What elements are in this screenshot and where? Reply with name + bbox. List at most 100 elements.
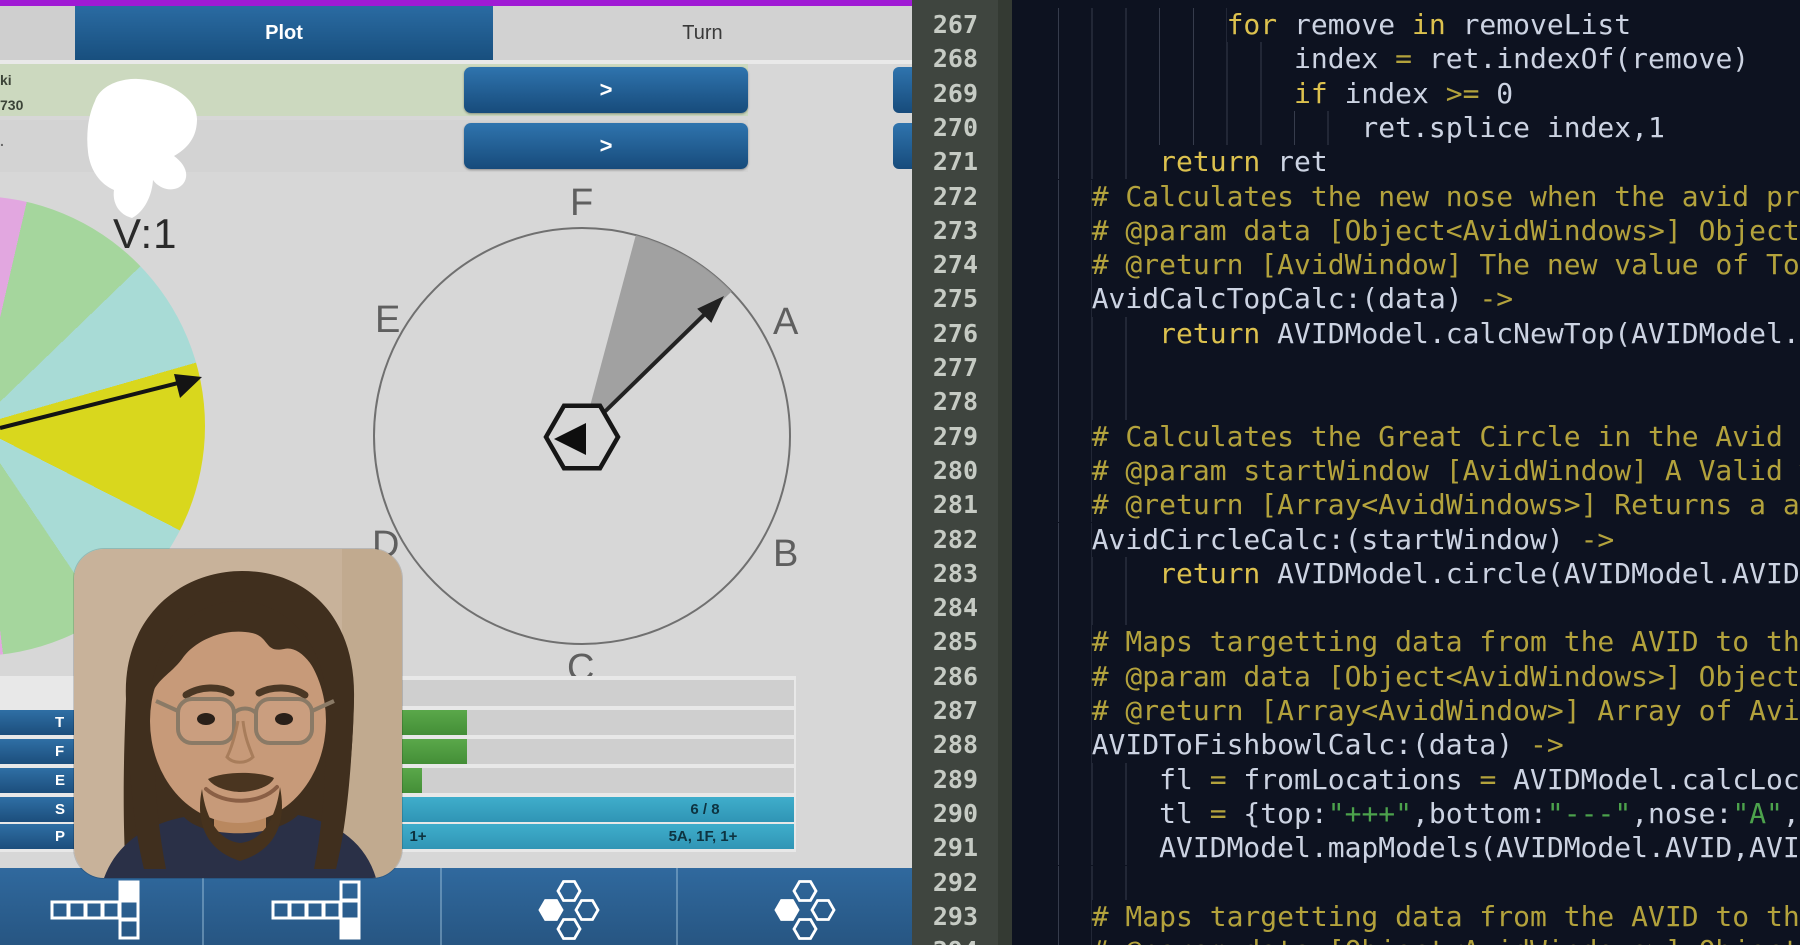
code-line-293: # Maps targetting data from the AVID to … xyxy=(1058,900,1800,934)
code-token: # Maps targetting data from the AVID to … xyxy=(1092,900,1800,933)
code-line-284 xyxy=(1058,591,1159,625)
indent-guides xyxy=(1058,591,1159,625)
code-token: ret.splice index,1 xyxy=(1361,111,1664,144)
line-number: 278 xyxy=(933,385,978,419)
code-line-280: # @param startWindow [AvidWindow] A Vali… xyxy=(1058,454,1800,488)
line-number: 287 xyxy=(933,694,978,728)
code-line-291: AVIDModel.mapModels(AVIDModel.AVID,AVIDM… xyxy=(1058,831,1800,865)
indent-guides xyxy=(1058,145,1159,179)
code-token: # @param data [Object<AvidWindows>] Obje… xyxy=(1092,214,1800,247)
tabbar-filler xyxy=(0,6,75,60)
code-token: ,nose: xyxy=(1631,797,1732,830)
code-line-269: if index >= 0 xyxy=(1058,77,1513,111)
code-token: for xyxy=(1227,8,1278,41)
indent-guides xyxy=(1058,900,1092,934)
code-token: index xyxy=(1294,42,1395,75)
indent-guides xyxy=(1058,728,1092,762)
compass-letter-E: E xyxy=(375,299,400,342)
code-token: removeList xyxy=(1446,8,1631,41)
line-number: 283 xyxy=(933,557,978,591)
indent-guides xyxy=(1058,557,1159,591)
hex-cluster-icon xyxy=(507,879,611,941)
code-line-292 xyxy=(1058,866,1159,900)
line-number: 290 xyxy=(933,797,978,831)
tab-turn[interactable]: Turn xyxy=(493,6,912,60)
code-token: # Calculates the Great Circle in the Avi… xyxy=(1092,420,1800,453)
indent-guides xyxy=(1058,763,1159,797)
code-line-271: return ret xyxy=(1058,145,1328,179)
tab-plot[interactable]: Plot xyxy=(75,6,493,60)
avid-app-panel: Plot Turn ki 730 . > > V:1 xyxy=(0,6,912,945)
code-token: ret xyxy=(1260,145,1327,178)
line-number: 276 xyxy=(933,317,978,351)
webcam-portrait xyxy=(74,549,402,878)
code-token: remove xyxy=(1277,8,1412,41)
line-number: 291 xyxy=(933,831,978,865)
indent-guides xyxy=(1058,248,1092,282)
next-button-1[interactable]: > xyxy=(464,67,748,113)
toolbar-button-2[interactable] xyxy=(204,868,442,945)
code-token: AVIDModel.calcLocati xyxy=(1496,763,1800,796)
indent-guides xyxy=(1058,42,1294,76)
code-line-294: # @param data [Object<AvidWindows>] Obje… xyxy=(1058,934,1800,945)
toolbar-button-4[interactable] xyxy=(678,868,912,945)
line-number: 267 xyxy=(933,8,978,42)
meter-value-text: 1+ xyxy=(398,824,438,849)
indent-guides xyxy=(1058,317,1159,351)
indent-guides xyxy=(1058,866,1159,900)
clipped-button-stub[interactable] xyxy=(893,123,912,169)
code-line-273: # @param data [Object<AvidWindows>] Obje… xyxy=(1058,214,1800,248)
code-token: fromLocations xyxy=(1227,763,1480,796)
code-token: AvidCircleCalc:(startWindow) xyxy=(1092,523,1581,556)
tab-turn-label: Turn xyxy=(682,22,722,45)
line-number: 279 xyxy=(933,420,978,454)
line-number: 284 xyxy=(933,591,978,625)
code-token: AVIDModel.mapModels(AVIDModel.AVID,AVIDM… xyxy=(1159,831,1800,864)
code-token: -> xyxy=(1581,523,1615,556)
code-token: # @return [Array<AvidWindow>] Array of A… xyxy=(1092,694,1800,727)
code-token: # @param startWindow [AvidWindow] A Vali… xyxy=(1092,454,1800,487)
plot-grid-icon xyxy=(49,879,153,941)
code-line-275: AvidCalcTopCalc:(data) -> xyxy=(1058,282,1513,316)
indent-guides xyxy=(1058,214,1092,248)
portrait-drawing xyxy=(74,549,402,878)
code-token: -> xyxy=(1479,282,1513,315)
line-number: 285 xyxy=(933,625,978,659)
code-token: = xyxy=(1210,763,1227,796)
code-line-278 xyxy=(1058,385,1159,419)
nose-triangle-icon xyxy=(554,423,586,455)
line-number: 274 xyxy=(933,248,978,282)
code-line-283: return AVIDModel.circle(AVIDModel.AVID,A xyxy=(1058,557,1800,591)
code-token: -> xyxy=(1530,728,1564,761)
code-token: return xyxy=(1159,317,1260,350)
hex-cluster-icon xyxy=(743,879,847,941)
line-number: 269 xyxy=(933,77,978,111)
code-line-281: # @return [Array<AvidWindows>] Returns a… xyxy=(1058,488,1800,522)
meter-value-text: 5A, 1F, 1+ xyxy=(653,824,753,849)
line-number: 288 xyxy=(933,728,978,762)
line-number: 268 xyxy=(933,42,978,76)
line-number: 286 xyxy=(933,660,978,694)
line-number: 280 xyxy=(933,454,978,488)
line-number: 292 xyxy=(933,866,978,900)
code-token: {top: xyxy=(1227,797,1328,830)
indent-guides xyxy=(1058,660,1092,694)
code-line-274: # @return [AvidWindow] The new value of … xyxy=(1058,248,1800,282)
toolbar-button-1[interactable] xyxy=(0,868,204,945)
code-token: = xyxy=(1479,763,1496,796)
code-token: # @param data [Object<AvidWindows>] Obje… xyxy=(1092,660,1800,693)
screen: Plot Turn ki 730 . > > V:1 xyxy=(0,0,1800,945)
compass-arrow-line xyxy=(582,307,712,434)
next-button-2[interactable]: > xyxy=(464,123,748,169)
clipped-button-stub[interactable] xyxy=(893,67,912,113)
code-line-287: # @return [Array<AvidWindow>] Array of A… xyxy=(1058,694,1800,728)
code-line-282: AvidCircleCalc:(startWindow) -> xyxy=(1058,523,1614,557)
compass-letter-A: A xyxy=(773,301,798,344)
indent-guides xyxy=(1058,8,1227,42)
code-token: index xyxy=(1328,77,1446,110)
code-area[interactable]: for remove in removeListindex = ret.inde… xyxy=(1012,0,1800,945)
compass-circle xyxy=(374,228,790,644)
code-token: 0 xyxy=(1479,77,1513,110)
toolbar-button-3[interactable] xyxy=(442,868,678,945)
code-token: fl xyxy=(1159,763,1210,796)
